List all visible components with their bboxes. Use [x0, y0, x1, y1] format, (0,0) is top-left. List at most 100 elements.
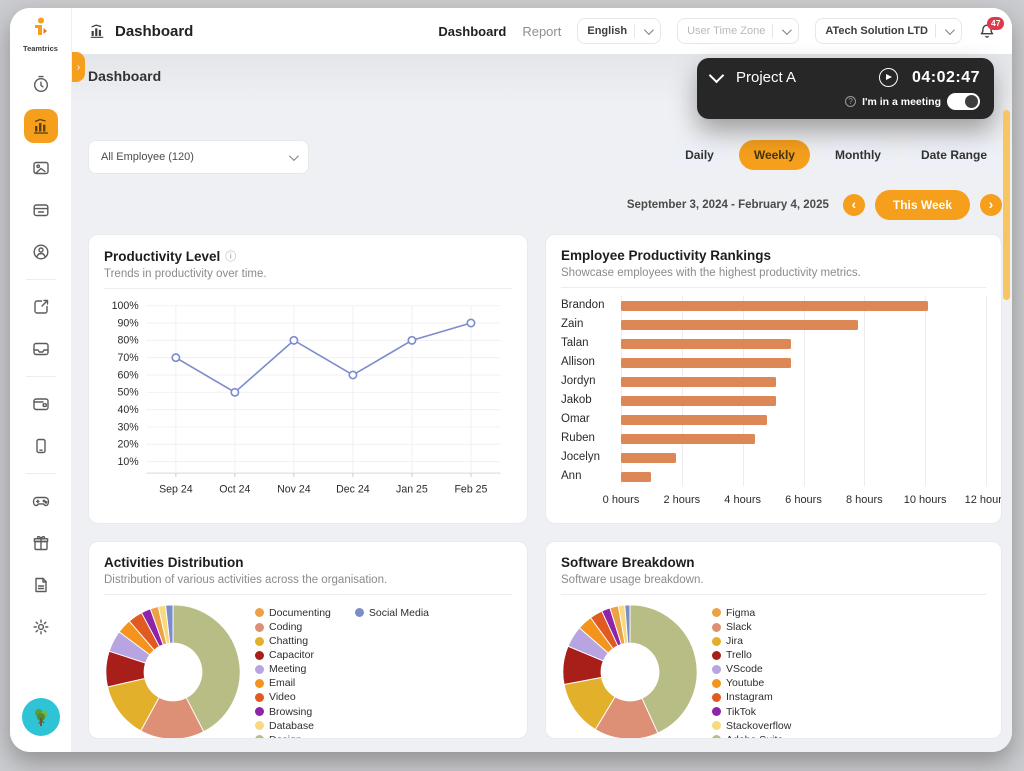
rewards-icon — [31, 533, 51, 553]
chevron-down-icon — [289, 151, 299, 161]
filter-row: All Employee (120) Daily Weekly Monthly … — [88, 140, 1006, 174]
svg-text:60%: 60% — [117, 369, 139, 381]
svg-text:100%: 100% — [112, 300, 140, 312]
bar-label: Brandon — [561, 296, 621, 315]
legend-label: Email — [269, 677, 295, 689]
legend-item: TikTok — [712, 706, 791, 718]
teamtrics-logo-icon — [29, 16, 51, 38]
sidebar-item-timer[interactable] — [24, 67, 58, 101]
x-tick-label: 8 hours — [846, 494, 883, 506]
date-range-label: September 3, 2024 - February 4, 2025 — [627, 199, 829, 211]
svg-text:Jan 25: Jan 25 — [396, 483, 428, 495]
sidebar-item-rewards[interactable] — [24, 526, 58, 560]
language-select[interactable]: English — [577, 18, 661, 44]
legend-dot — [255, 707, 264, 716]
legend-dot — [255, 637, 264, 646]
sidebar-item-devices[interactable] — [24, 429, 58, 463]
range-tabs: Daily Weekly Monthly Date Range — [670, 140, 1002, 170]
notifications-bell[interactable]: 47 — [978, 22, 996, 40]
card-subtitle: Software usage breakdown. — [561, 574, 986, 586]
sidebar-item-share[interactable] — [24, 290, 58, 324]
next-week-button[interactable]: › — [980, 194, 1002, 216]
legend-item: Jira — [712, 635, 791, 647]
main-area: Dashboard Dashboard Report English User … — [72, 8, 1012, 752]
x-tick-label: 6 hours — [785, 494, 822, 506]
legend-label: Figma — [726, 607, 755, 619]
x-tick-label: 10 hours — [904, 494, 947, 506]
company-value: ATech Solution LTD — [825, 25, 928, 37]
user-avatar[interactable] — [22, 698, 60, 736]
gridline — [986, 296, 987, 486]
sidebar-item-settings[interactable] — [24, 610, 58, 644]
bar — [621, 358, 791, 368]
timer-value: 04:02:47 — [912, 69, 980, 87]
app-logo[interactable]: Teamtrics — [23, 16, 58, 53]
timer-icon — [31, 74, 51, 94]
meeting-toggle[interactable] — [947, 93, 980, 110]
bar-label: Zain — [561, 315, 621, 334]
bar — [621, 339, 791, 349]
tab-daily[interactable]: Daily — [670, 140, 729, 170]
svg-text:90%: 90% — [117, 317, 139, 329]
timer-widget: Project A 04:02:47 ? I'm in a meeting — [697, 58, 994, 119]
wallet-icon — [31, 394, 51, 414]
svg-text:Oct 24: Oct 24 — [219, 483, 250, 495]
dashboard-content: All Employee (120) Daily Weekly Monthly … — [72, 104, 1012, 752]
legend-dot — [712, 623, 721, 632]
bar-label: Omar — [561, 410, 621, 429]
collapse-chevron-icon[interactable] — [709, 67, 725, 83]
tree-avatar-icon — [29, 705, 53, 729]
tab-monthly[interactable]: Monthly — [820, 140, 896, 170]
play-button[interactable] — [879, 68, 898, 87]
legend-item: Chatting — [255, 635, 331, 647]
nav-dashboard[interactable]: Dashboard — [438, 24, 506, 39]
legend-item: Browsing — [255, 706, 331, 718]
legend-label: Capacitor — [269, 649, 314, 661]
productivity-level-card: Productivity Levelⓘ Trends in productivi… — [88, 234, 528, 524]
timezone-select[interactable]: User Time Zone — [677, 18, 799, 44]
bar-row — [621, 429, 986, 448]
info-icon[interactable]: ⓘ — [225, 248, 236, 264]
tab-weekly[interactable]: Weekly — [739, 140, 810, 170]
sidebar-expand-button[interactable]: › — [72, 52, 85, 82]
legend-dot — [255, 721, 264, 730]
sidebar-item-inbox[interactable] — [24, 332, 58, 366]
bar-row — [621, 353, 986, 372]
bar-label: Jocelyn — [561, 448, 621, 467]
sidebar-item-games[interactable] — [24, 484, 58, 518]
legend-label: Database — [269, 720, 314, 732]
sidebar-item-screenshots[interactable] — [24, 151, 58, 185]
sidebar-item-wallet[interactable] — [24, 387, 58, 421]
legend-label: VScode — [726, 663, 763, 675]
legend-item: Stackoverflow — [712, 720, 791, 732]
tab-date-range[interactable]: Date Range — [906, 140, 1002, 170]
bar — [621, 377, 776, 387]
documents-icon — [31, 575, 51, 595]
legend-item: Social Media — [355, 607, 429, 619]
nav-report[interactable]: Report — [522, 24, 561, 39]
sidebar-item-documents[interactable] — [24, 568, 58, 602]
sidebar-item-members[interactable] — [24, 235, 58, 269]
chevron-down-icon — [945, 25, 955, 35]
sidebar-item-apps[interactable] — [24, 193, 58, 227]
svg-text:Dec 24: Dec 24 — [336, 483, 370, 495]
bar — [621, 472, 651, 482]
svg-text:40%: 40% — [117, 404, 139, 416]
bar-row — [621, 391, 986, 410]
company-select[interactable]: ATech Solution LTD — [815, 18, 962, 44]
legend-dot — [712, 651, 721, 660]
card-divider — [561, 287, 986, 288]
svg-text:80%: 80% — [117, 335, 139, 347]
activities-donut-chart — [104, 603, 242, 739]
sidebar-item-dashboard[interactable] — [24, 109, 58, 143]
svg-text:10%: 10% — [117, 456, 139, 468]
legend-dot — [255, 608, 264, 617]
employee-filter-value: All Employee (120) — [101, 151, 194, 163]
project-name[interactable]: Project A — [736, 69, 796, 86]
scrollbar-thumb[interactable] — [1003, 110, 1010, 300]
timezone-placeholder: User Time Zone — [687, 25, 765, 37]
prev-week-button[interactable]: ‹ — [843, 194, 865, 216]
card-title: Activities Distribution — [104, 555, 244, 570]
employee-filter-select[interactable]: All Employee (120) — [88, 140, 309, 174]
this-week-button[interactable]: This Week — [875, 190, 970, 220]
